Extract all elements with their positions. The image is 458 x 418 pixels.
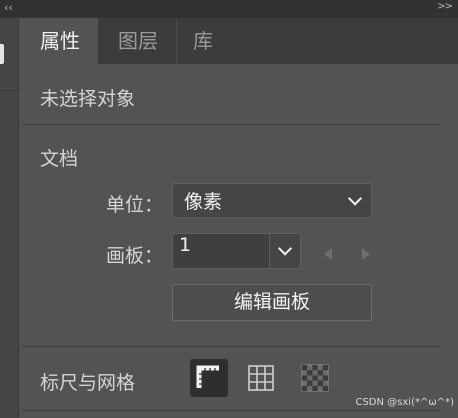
artboard-label: 画板： [106,245,164,267]
previous-artboard-icon[interactable] [324,248,332,260]
artboard-value: 1 [179,234,192,256]
divider [22,346,440,347]
properties-panel: 未选择对象 文档 单位： 像素 画板： 1 编辑画板 标尺与网格 [22,64,458,418]
tab-properties[interactable]: 属性 [22,18,98,64]
double-chevron-left-icon[interactable]: ‹‹ [4,1,13,14]
edit-artboards-button[interactable]: 编辑画板 [172,284,372,321]
units-value: 像素 [184,190,223,213]
units-select[interactable]: 像素 [172,183,372,218]
collapse-panel-button[interactable]: >> [437,1,453,12]
panel-top-bar: ‹‹ >> [0,0,458,18]
divider [22,410,440,411]
tool-strip-divider [0,90,18,91]
chevron-down-icon [347,190,363,206]
selection-status: 未选择对象 [40,88,136,110]
watermark-text: CSDN @sxi(*^ω^*) [355,397,454,408]
document-section-title: 文档 [40,148,79,170]
artboard-input[interactable]: 1 [172,233,270,269]
rulers-grids-label: 标尺与网格 [40,372,136,394]
left-tool-strip [0,18,19,418]
next-artboard-icon[interactable] [362,248,370,260]
panel-tabs: 属性 图层 库 [22,18,458,64]
transparency-grid-icon[interactable] [296,359,334,397]
units-label: 单位： [106,194,164,216]
artboard-dropdown-button[interactable] [270,233,301,269]
divider [22,124,440,125]
ruler-icon[interactable] [190,359,228,397]
tool-strip-handle[interactable] [0,44,4,64]
tab-libraries[interactable]: 库 [178,18,228,64]
grid-icon[interactable] [242,359,280,397]
tab-layers[interactable]: 图层 [100,18,177,64]
chevron-down-icon [277,241,293,256]
